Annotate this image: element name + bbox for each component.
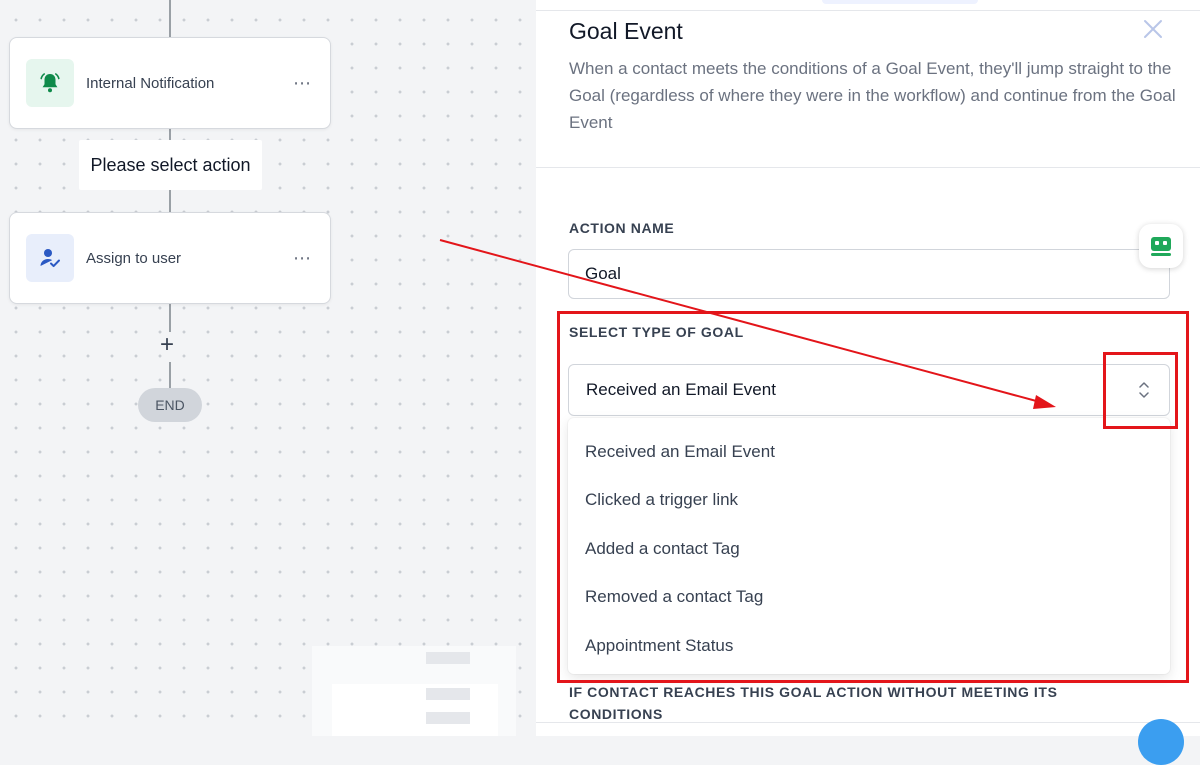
goal-type-dropdown-menu: Received an Email Event Clicked a trigge… bbox=[568, 418, 1170, 674]
node-icon-container bbox=[26, 59, 74, 107]
panel-top-border bbox=[536, 10, 1200, 11]
goal-event-panel: Goal Event When a contact meets the cond… bbox=[536, 0, 1200, 765]
dropdown-option-received-email-event[interactable]: Received an Email Event bbox=[585, 442, 775, 462]
chevron-up-down-icon[interactable] bbox=[1137, 379, 1151, 401]
goal-type-selected-value: Received an Email Event bbox=[586, 380, 776, 399]
panel-title: Goal Event bbox=[569, 18, 683, 44]
minimap-block bbox=[426, 652, 470, 664]
section-divider bbox=[536, 722, 1200, 723]
chat-launcher-button[interactable] bbox=[1138, 719, 1184, 765]
top-tab-indicator bbox=[822, 0, 978, 4]
dropdown-option-added-contact-tag[interactable]: Added a contact Tag bbox=[585, 539, 740, 559]
section-divider bbox=[536, 167, 1200, 168]
more-options-icon[interactable]: ⋯ bbox=[293, 248, 312, 269]
bell-icon bbox=[40, 73, 60, 93]
robot-icon bbox=[1151, 237, 1171, 256]
node-label: Assign to user bbox=[86, 249, 182, 267]
workflow-canvas[interactable]: Internal Notification ⋯ Please select ac… bbox=[0, 0, 536, 736]
minimap[interactable] bbox=[312, 646, 516, 736]
unmet-conditions-label: IF CONTACT REACHES THIS GOAL ACTION WITH… bbox=[569, 684, 1058, 722]
node-icon-container bbox=[26, 234, 74, 282]
connector-line bbox=[169, 0, 171, 37]
minimap-viewport bbox=[332, 684, 498, 736]
dropdown-option-appointment-status[interactable]: Appointment Status bbox=[585, 636, 733, 656]
end-node: END bbox=[138, 388, 202, 422]
bot-widget-button[interactable] bbox=[1139, 224, 1183, 268]
connector-line bbox=[169, 362, 171, 388]
panel-description: When a contact meets the conditions of a… bbox=[569, 59, 1176, 132]
close-icon[interactable] bbox=[1140, 16, 1166, 42]
minimap-block bbox=[426, 688, 470, 700]
workflow-node-assign-to-user[interactable]: Assign to user ⋯ bbox=[9, 212, 331, 304]
goal-type-select[interactable]: Received an Email Event bbox=[568, 364, 1170, 416]
action-name-label: ACTION NAME bbox=[569, 220, 675, 236]
user-check-icon bbox=[40, 249, 60, 268]
dropdown-option-removed-contact-tag[interactable]: Removed a contact Tag bbox=[585, 587, 763, 607]
more-options-icon[interactable]: ⋯ bbox=[293, 73, 312, 94]
add-action-button[interactable]: + bbox=[160, 331, 174, 359]
connector-line bbox=[169, 304, 171, 332]
node-label: Internal Notification bbox=[86, 74, 215, 92]
select-action-tooltip: Please select action bbox=[79, 140, 262, 190]
action-name-input[interactable] bbox=[568, 249, 1170, 299]
goal-type-label: SELECT TYPE OF GOAL bbox=[569, 324, 744, 340]
dropdown-option-clicked-trigger-link[interactable]: Clicked a trigger link bbox=[585, 490, 738, 510]
minimap-block bbox=[426, 712, 470, 724]
workflow-node-internal-notification[interactable]: Internal Notification ⋯ bbox=[9, 37, 331, 129]
